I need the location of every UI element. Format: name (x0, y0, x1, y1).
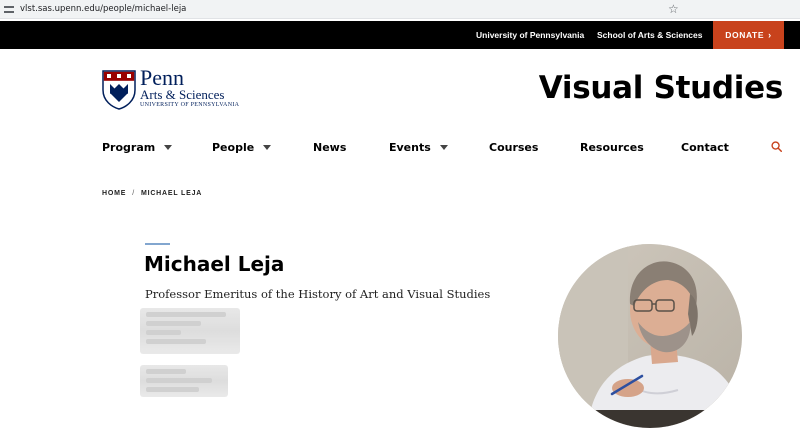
address-url[interactable]: vlst.sas.upenn.edu/people/michael-leja (20, 4, 186, 14)
redacted-contact-block (140, 365, 228, 397)
penn-arts-sciences-logo[interactable]: Penn Arts & Sciences University of Penns… (102, 66, 242, 112)
nav-item-label: Contact (681, 140, 729, 154)
nav-item-label: Resources (580, 140, 644, 154)
nav-item-contact[interactable]: Contact (681, 137, 729, 157)
breadcrumb: HOME / MICHAEL LEJA (102, 190, 202, 197)
nav-item-news[interactable]: News (313, 137, 346, 157)
caret-down-icon (263, 144, 272, 150)
nav-item-label: News (313, 140, 347, 154)
nav-item-label: Courses (489, 140, 539, 154)
profile-photo (558, 244, 742, 428)
school-link[interactable]: School of Arts & Sciences (597, 21, 703, 49)
nav-item-courses[interactable]: Courses (489, 137, 538, 157)
university-link[interactable]: University of Pennsylvania (476, 21, 584, 49)
bookmark-star-icon[interactable]: ☆ (668, 1, 679, 17)
nav-item-label: Program (102, 140, 156, 154)
caret-down-icon (439, 144, 448, 150)
nav-item-label: People (212, 140, 255, 154)
profile-photo-illustration (558, 244, 742, 428)
donate-button[interactable]: DONATE › (713, 21, 784, 49)
nav-item-label: Events (389, 140, 431, 154)
site-title[interactable]: Visual Studies (539, 70, 784, 106)
breadcrumb-home[interactable]: HOME (102, 190, 126, 197)
logo-wordmark-arts: Arts & Sciences (140, 87, 225, 102)
utility-bar: University of Pennsylvania School of Art… (0, 21, 800, 49)
breadcrumb-separator: / (132, 190, 135, 197)
site-settings-icon[interactable] (4, 4, 14, 14)
breadcrumb-current: MICHAEL LEJA (140, 190, 203, 197)
name-accent-rule (145, 243, 170, 245)
person-title: Professor Emeritus of the History of Art… (145, 287, 491, 301)
search-icon[interactable] (771, 141, 782, 152)
chevron-right-icon: › (768, 30, 772, 40)
redacted-contact-block (140, 308, 240, 354)
logo-wordmark-university: University of Pennsylvania (140, 102, 240, 108)
page-title: Michael Leja (144, 252, 285, 276)
nav-item-resources[interactable]: Resources (580, 137, 644, 157)
donate-label: DONATE (725, 30, 765, 40)
nav-item-people[interactable]: People (212, 137, 272, 157)
penn-shield-icon (102, 70, 136, 110)
main-navigation: Program People News Events Courses Resou… (0, 137, 800, 157)
nav-item-events[interactable]: Events (389, 137, 448, 157)
caret-down-icon (164, 144, 173, 150)
browser-address-bar[interactable]: vlst.sas.upenn.edu/people/michael-leja ☆ (0, 0, 800, 19)
nav-item-program[interactable]: Program (102, 137, 173, 157)
